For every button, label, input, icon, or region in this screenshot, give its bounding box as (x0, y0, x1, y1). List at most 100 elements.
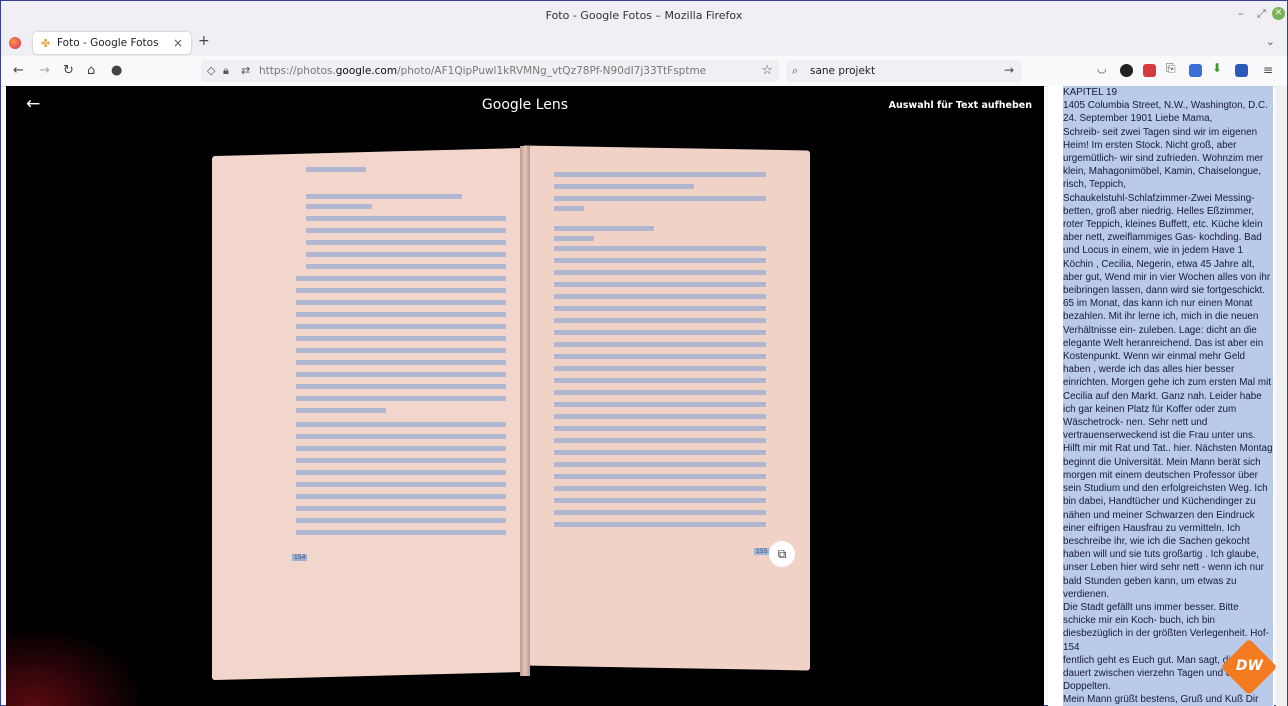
tab-label: Foto - Google Fotos (57, 37, 159, 49)
pocket-icon[interactable]: ◡ (1097, 62, 1110, 75)
highlight-line[interactable] (296, 434, 506, 439)
highlight-line[interactable] (296, 408, 386, 413)
highlight-line[interactable] (306, 264, 506, 269)
highlight-line[interactable] (296, 312, 506, 317)
minimize-icon[interactable]: – (1238, 7, 1244, 20)
badge-extension-icon[interactable] (1189, 64, 1202, 77)
highlight-line[interactable] (306, 167, 366, 172)
search-go-icon[interactable]: → (1004, 63, 1014, 77)
highlight-line[interactable] (554, 486, 766, 491)
highlight-line[interactable] (554, 402, 766, 407)
highlight-line[interactable] (554, 438, 766, 443)
highlight-line[interactable] (554, 306, 766, 311)
highlight-line[interactable] (554, 414, 766, 419)
highlight-line[interactable] (554, 342, 766, 347)
close-window-icon[interactable]: ✕ (1272, 7, 1285, 20)
search-bar[interactable]: ⌕ sane projekt → (786, 60, 1022, 82)
highlight-line[interactable] (296, 384, 506, 389)
highlight-line[interactable] (554, 390, 766, 395)
highlight-line[interactable] (296, 530, 506, 535)
extracted-text-panel[interactable]: KAPITEL 19 1405 Columbia Street, N.W., W… (1048, 86, 1274, 706)
pdf-tool-icon[interactable] (1235, 64, 1248, 77)
highlight-line[interactable] (554, 246, 766, 251)
highlight-line[interactable] (554, 282, 766, 287)
deselect-text-button[interactable]: Auswahl für Text aufheben (889, 100, 1032, 111)
list-tabs-chevron-icon[interactable]: ⌄ (1266, 35, 1275, 48)
home-icon[interactable]: ⌂ (87, 63, 95, 78)
highlight-line[interactable] (296, 300, 506, 305)
highlight-line[interactable] (306, 252, 506, 257)
highlight-line[interactable] (554, 450, 766, 455)
highlight-line[interactable] (554, 226, 654, 231)
highlight-line[interactable] (296, 518, 506, 523)
highlight-line[interactable] (554, 236, 594, 241)
highlight-line[interactable] (554, 378, 766, 383)
back-icon[interactable]: ← (13, 63, 24, 78)
highlight-line[interactable] (554, 330, 766, 335)
url-text[interactable]: https://photos.google.com/photo/AF1QipPu… (259, 65, 706, 77)
right-page-number[interactable]: 155 (754, 548, 770, 555)
highlight-line[interactable] (296, 288, 506, 293)
highlight-line[interactable] (554, 172, 766, 177)
menu-icon[interactable]: ≡ (1263, 63, 1273, 77)
url-bar[interactable]: ◇ 🔒︎ ⇄ https://photos.google.com/photo/A… (201, 60, 779, 82)
maximize-icon[interactable]: ⤢ (1257, 7, 1266, 21)
new-tab-icon[interactable]: + (198, 33, 210, 49)
highlight-line[interactable] (296, 396, 506, 401)
highlight-line[interactable] (296, 372, 506, 377)
privacy-extension-icon[interactable] (1120, 64, 1133, 77)
highlight-line[interactable] (554, 318, 766, 323)
highlight-line[interactable] (306, 216, 506, 221)
puzzle-extension-icon[interactable]: ⎘ (1166, 61, 1179, 75)
highlight-line[interactable] (554, 354, 766, 359)
extension-icon[interactable]: ● (111, 63, 122, 78)
highlight-line[interactable] (296, 348, 506, 353)
search-input[interactable]: sane projekt (810, 65, 875, 77)
tracking-shield-icon[interactable]: ◇ (207, 64, 215, 77)
highlight-line[interactable] (554, 462, 766, 467)
close-tab-icon[interactable]: × (173, 36, 183, 50)
highlight-line[interactable] (296, 336, 506, 341)
highlight-line[interactable] (306, 204, 372, 209)
highlight-line[interactable] (296, 360, 506, 365)
left-page-number[interactable]: 154 (292, 554, 308, 561)
lens-viewer: ← Google Lens Auswahl für Text aufheben (6, 86, 1044, 706)
firefox-logo-icon[interactable] (9, 37, 21, 49)
highlight-line[interactable] (296, 482, 506, 487)
highlight-line[interactable] (554, 426, 766, 431)
highlight-line[interactable] (554, 258, 766, 263)
bookmark-star-icon[interactable]: ☆ (761, 63, 773, 78)
highlight-line[interactable] (554, 498, 766, 503)
highlight-line[interactable] (296, 470, 506, 475)
permissions-icon[interactable]: ⇄ (241, 64, 250, 77)
highlight-line[interactable] (554, 206, 584, 211)
highlight-line[interactable] (296, 422, 506, 427)
reload-icon[interactable]: ↻ (63, 63, 74, 78)
nav-bar: ← → ↻ ⌂ ● ◇ 🔒︎ ⇄ https://photos.google.c… (1, 56, 1287, 87)
highlight-line[interactable] (306, 194, 462, 199)
highlight-line[interactable] (306, 228, 506, 233)
extracted-text[interactable]: KAPITEL 19 1405 Columbia Street, N.W., W… (1063, 86, 1273, 706)
highlight-line[interactable] (296, 276, 506, 281)
download-icon[interactable]: ⬇ (1212, 61, 1225, 75)
highlight-line[interactable] (296, 458, 506, 463)
highlight-line[interactable] (554, 510, 766, 515)
tab-google-photos[interactable]: ✤ Foto - Google Fotos × (33, 32, 191, 54)
highlight-line[interactable] (554, 522, 766, 527)
highlight-line[interactable] (296, 446, 506, 451)
highlight-line[interactable] (296, 324, 506, 329)
highlight-line[interactable] (306, 240, 506, 245)
lock-icon[interactable]: 🔒︎ (223, 64, 229, 78)
forward-icon[interactable]: → (39, 63, 50, 78)
highlight-line[interactable] (554, 474, 766, 479)
highlight-line[interactable] (554, 270, 766, 275)
highlight-line[interactable] (554, 294, 766, 299)
scrollbar[interactable] (1276, 86, 1287, 706)
highlight-line[interactable] (554, 366, 766, 371)
highlight-line[interactable] (554, 184, 694, 189)
highlight-line[interactable] (554, 196, 766, 201)
pdf-extension-icon[interactable] (1143, 64, 1156, 77)
copy-text-button[interactable]: ⧉ (769, 541, 795, 567)
highlight-line[interactable] (296, 506, 506, 511)
highlight-line[interactable] (296, 494, 506, 499)
